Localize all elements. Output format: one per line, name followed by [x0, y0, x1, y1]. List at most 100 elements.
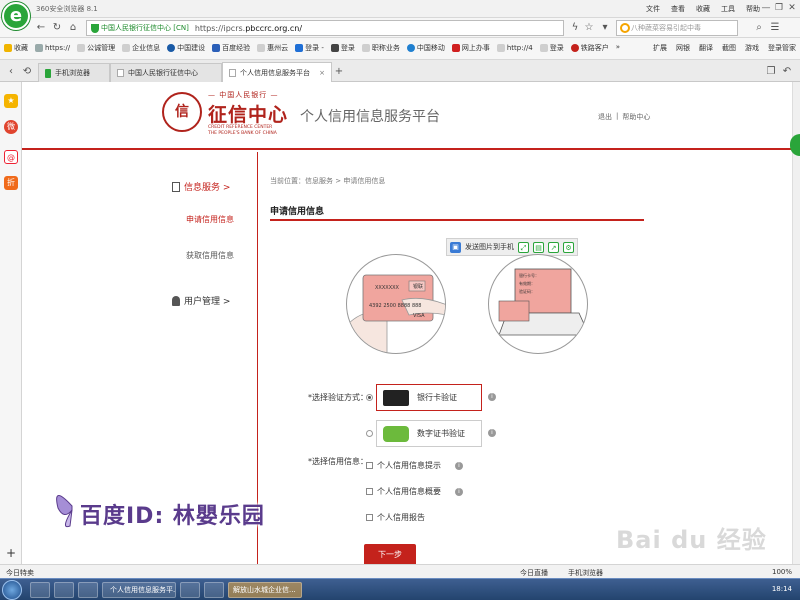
taskbar-app[interactable]: [54, 582, 74, 598]
secure-badge[interactable]: 中国人民银行征信中心 [CN]: [91, 23, 189, 33]
expand-icon[interactable]: ⤢: [518, 241, 529, 253]
url-text: https://ipcrs.pbccrc.org.cn/: [195, 24, 302, 33]
new-tab-icon[interactable]: +: [332, 65, 346, 79]
ebank-button[interactable]: 网银: [676, 43, 690, 53]
bank-card-option[interactable]: 银行卡验证: [376, 384, 482, 411]
settings-icon[interactable]: ⚙: [563, 241, 574, 253]
maximize-icon[interactable]: ❐: [773, 2, 785, 14]
translate-button[interactable]: 翻译: [699, 43, 713, 53]
nav-apply-credit[interactable]: 申请信用信息: [186, 214, 234, 225]
next-button[interactable]: 下一步: [364, 544, 416, 566]
tab-credit-platform[interactable]: 个人信用信息服务平台 ×: [222, 62, 332, 82]
digital-cert-option[interactable]: 数字证书验证: [376, 420, 482, 447]
today-live-link[interactable]: 今日直播: [520, 568, 548, 578]
close-window-icon[interactable]: ✕: [786, 2, 798, 14]
taskbar-label: 个人信用信息服务平...: [110, 586, 176, 594]
menu-view[interactable]: 查看: [671, 4, 685, 14]
extensions-button[interactable]: 扩展: [653, 43, 667, 53]
start-button[interactable]: [2, 580, 22, 600]
fav-item[interactable]: http://4: [496, 43, 533, 53]
menu-icon[interactable]: ☰: [768, 21, 782, 35]
taskbar-browser[interactable]: 个人信用信息服务平...: [102, 582, 176, 598]
nav-user-mgmt[interactable]: 用户管理 >: [172, 294, 230, 307]
taskbar-app[interactable]: [30, 582, 50, 598]
menu-file[interactable]: 文件: [646, 4, 660, 14]
save-icon[interactable]: ▤: [533, 241, 544, 253]
menu-tools[interactable]: 工具: [721, 4, 735, 14]
tab-mobile-browser[interactable]: 手机浏览器: [38, 63, 110, 82]
fav-item[interactable]: 公诚管理: [77, 43, 115, 53]
zoom-level[interactable]: 100%: [772, 568, 792, 576]
radio-bank-card[interactable]: [366, 394, 373, 401]
add-sidebar-icon[interactable]: +: [6, 546, 16, 560]
fav-item[interactable]: 惠州云: [257, 43, 288, 53]
radio-digital-cert[interactable]: [366, 430, 373, 437]
fav-item[interactable]: 收藏: [4, 43, 28, 53]
discount-icon[interactable]: 折: [4, 176, 18, 190]
menu-favorites[interactable]: 收藏: [696, 4, 710, 14]
lightning-icon[interactable]: ϟ: [568, 21, 582, 35]
nav-info-service[interactable]: 信息服务 >: [172, 180, 230, 193]
mobile-browser-link[interactable]: 手机浏览器: [568, 568, 603, 578]
info-icon[interactable]: i: [488, 393, 496, 401]
login-manager-button[interactable]: 登录管家: [768, 43, 796, 53]
send-phone-icon[interactable]: ▣: [450, 241, 461, 253]
fav-item[interactable]: https://: [35, 43, 70, 53]
back-icon[interactable]: ←: [34, 21, 48, 35]
taskbar-document[interactable]: 解放山水城企业信...: [228, 582, 302, 598]
fav-item[interactable]: 登录: [539, 43, 564, 53]
tab-pbc-credit[interactable]: 中国人民银行征信中心: [110, 63, 222, 82]
tab-back-icon[interactable]: ‹: [4, 65, 18, 79]
info-icon[interactable]: i: [488, 429, 496, 437]
nav-fetch-credit[interactable]: 获取信用信息: [186, 250, 234, 261]
help-center-link[interactable]: 帮助中心: [622, 112, 650, 122]
header-links: 退出 | 帮助中心: [598, 112, 650, 122]
send-to-phone-button[interactable]: 发送图片到手机: [465, 242, 514, 252]
railway-icon: [570, 44, 579, 52]
weibo-icon[interactable]: 微: [4, 120, 18, 134]
search-icon[interactable]: ⌕: [752, 21, 766, 35]
browser-logo-icon[interactable]: e: [2, 2, 30, 30]
mail-icon[interactable]: @: [4, 150, 18, 164]
taskbar-app[interactable]: [180, 582, 200, 598]
info-icon[interactable]: i: [455, 461, 463, 470]
tab-restore-icon[interactable]: ⟲: [20, 65, 34, 79]
favorites-star-icon[interactable]: ★: [4, 94, 18, 108]
laptop-graphic: [498, 268, 587, 336]
fav-item[interactable]: 网上办事: [451, 43, 490, 53]
fav-item[interactable]: 中国建设: [167, 43, 205, 53]
check-info-summary[interactable]: [366, 488, 373, 495]
screenshot-button[interactable]: 截图: [722, 43, 736, 53]
fav-label: 中国建设: [177, 44, 206, 52]
tab-list-icon[interactable]: ❐: [764, 65, 778, 79]
fav-item[interactable]: 百度经验: [212, 43, 250, 53]
fav-item[interactable]: 铁路客户: [570, 43, 609, 53]
check-credit-report[interactable]: [366, 514, 373, 521]
menu-help[interactable]: 帮助: [746, 4, 760, 14]
home-icon[interactable]: ⌂: [66, 21, 80, 35]
logout-link[interactable]: 退出: [598, 112, 612, 122]
section-divider: [270, 219, 644, 221]
check-info-hint[interactable]: [366, 462, 373, 469]
search-input[interactable]: 八种蔬菜容易引起中毒: [616, 20, 738, 36]
minimize-icon[interactable]: —: [760, 2, 772, 14]
url-field[interactable]: 中国人民银行征信中心 [CN] https://ipcrs.pbccrc.org…: [86, 20, 564, 36]
refresh-icon[interactable]: ↻: [50, 21, 64, 35]
info-icon[interactable]: i: [455, 487, 463, 496]
fav-item[interactable]: 登录 -: [295, 43, 324, 53]
share-icon[interactable]: ↗: [548, 241, 559, 253]
app-name: 360安全浏览器 8.1: [36, 5, 98, 13]
daily-sale-link[interactable]: 今日特卖: [6, 568, 34, 578]
taskbar-app[interactable]: [78, 582, 98, 598]
star-icon[interactable]: ☆: [582, 21, 596, 35]
close-tab-icon[interactable]: ×: [319, 69, 325, 77]
restore-tab-icon[interactable]: ↶: [780, 65, 794, 79]
dropdown-icon[interactable]: ▾: [598, 21, 612, 35]
fav-item[interactable]: 职称业务: [361, 43, 400, 53]
more-favorites-icon[interactable]: »: [616, 43, 620, 53]
fav-item[interactable]: 登录: [330, 43, 355, 53]
games-button[interactable]: 游戏: [745, 43, 759, 53]
fav-item[interactable]: 中国移动: [406, 43, 445, 53]
taskbar-app[interactable]: [204, 582, 224, 598]
fav-item[interactable]: 企业信息: [122, 43, 160, 53]
